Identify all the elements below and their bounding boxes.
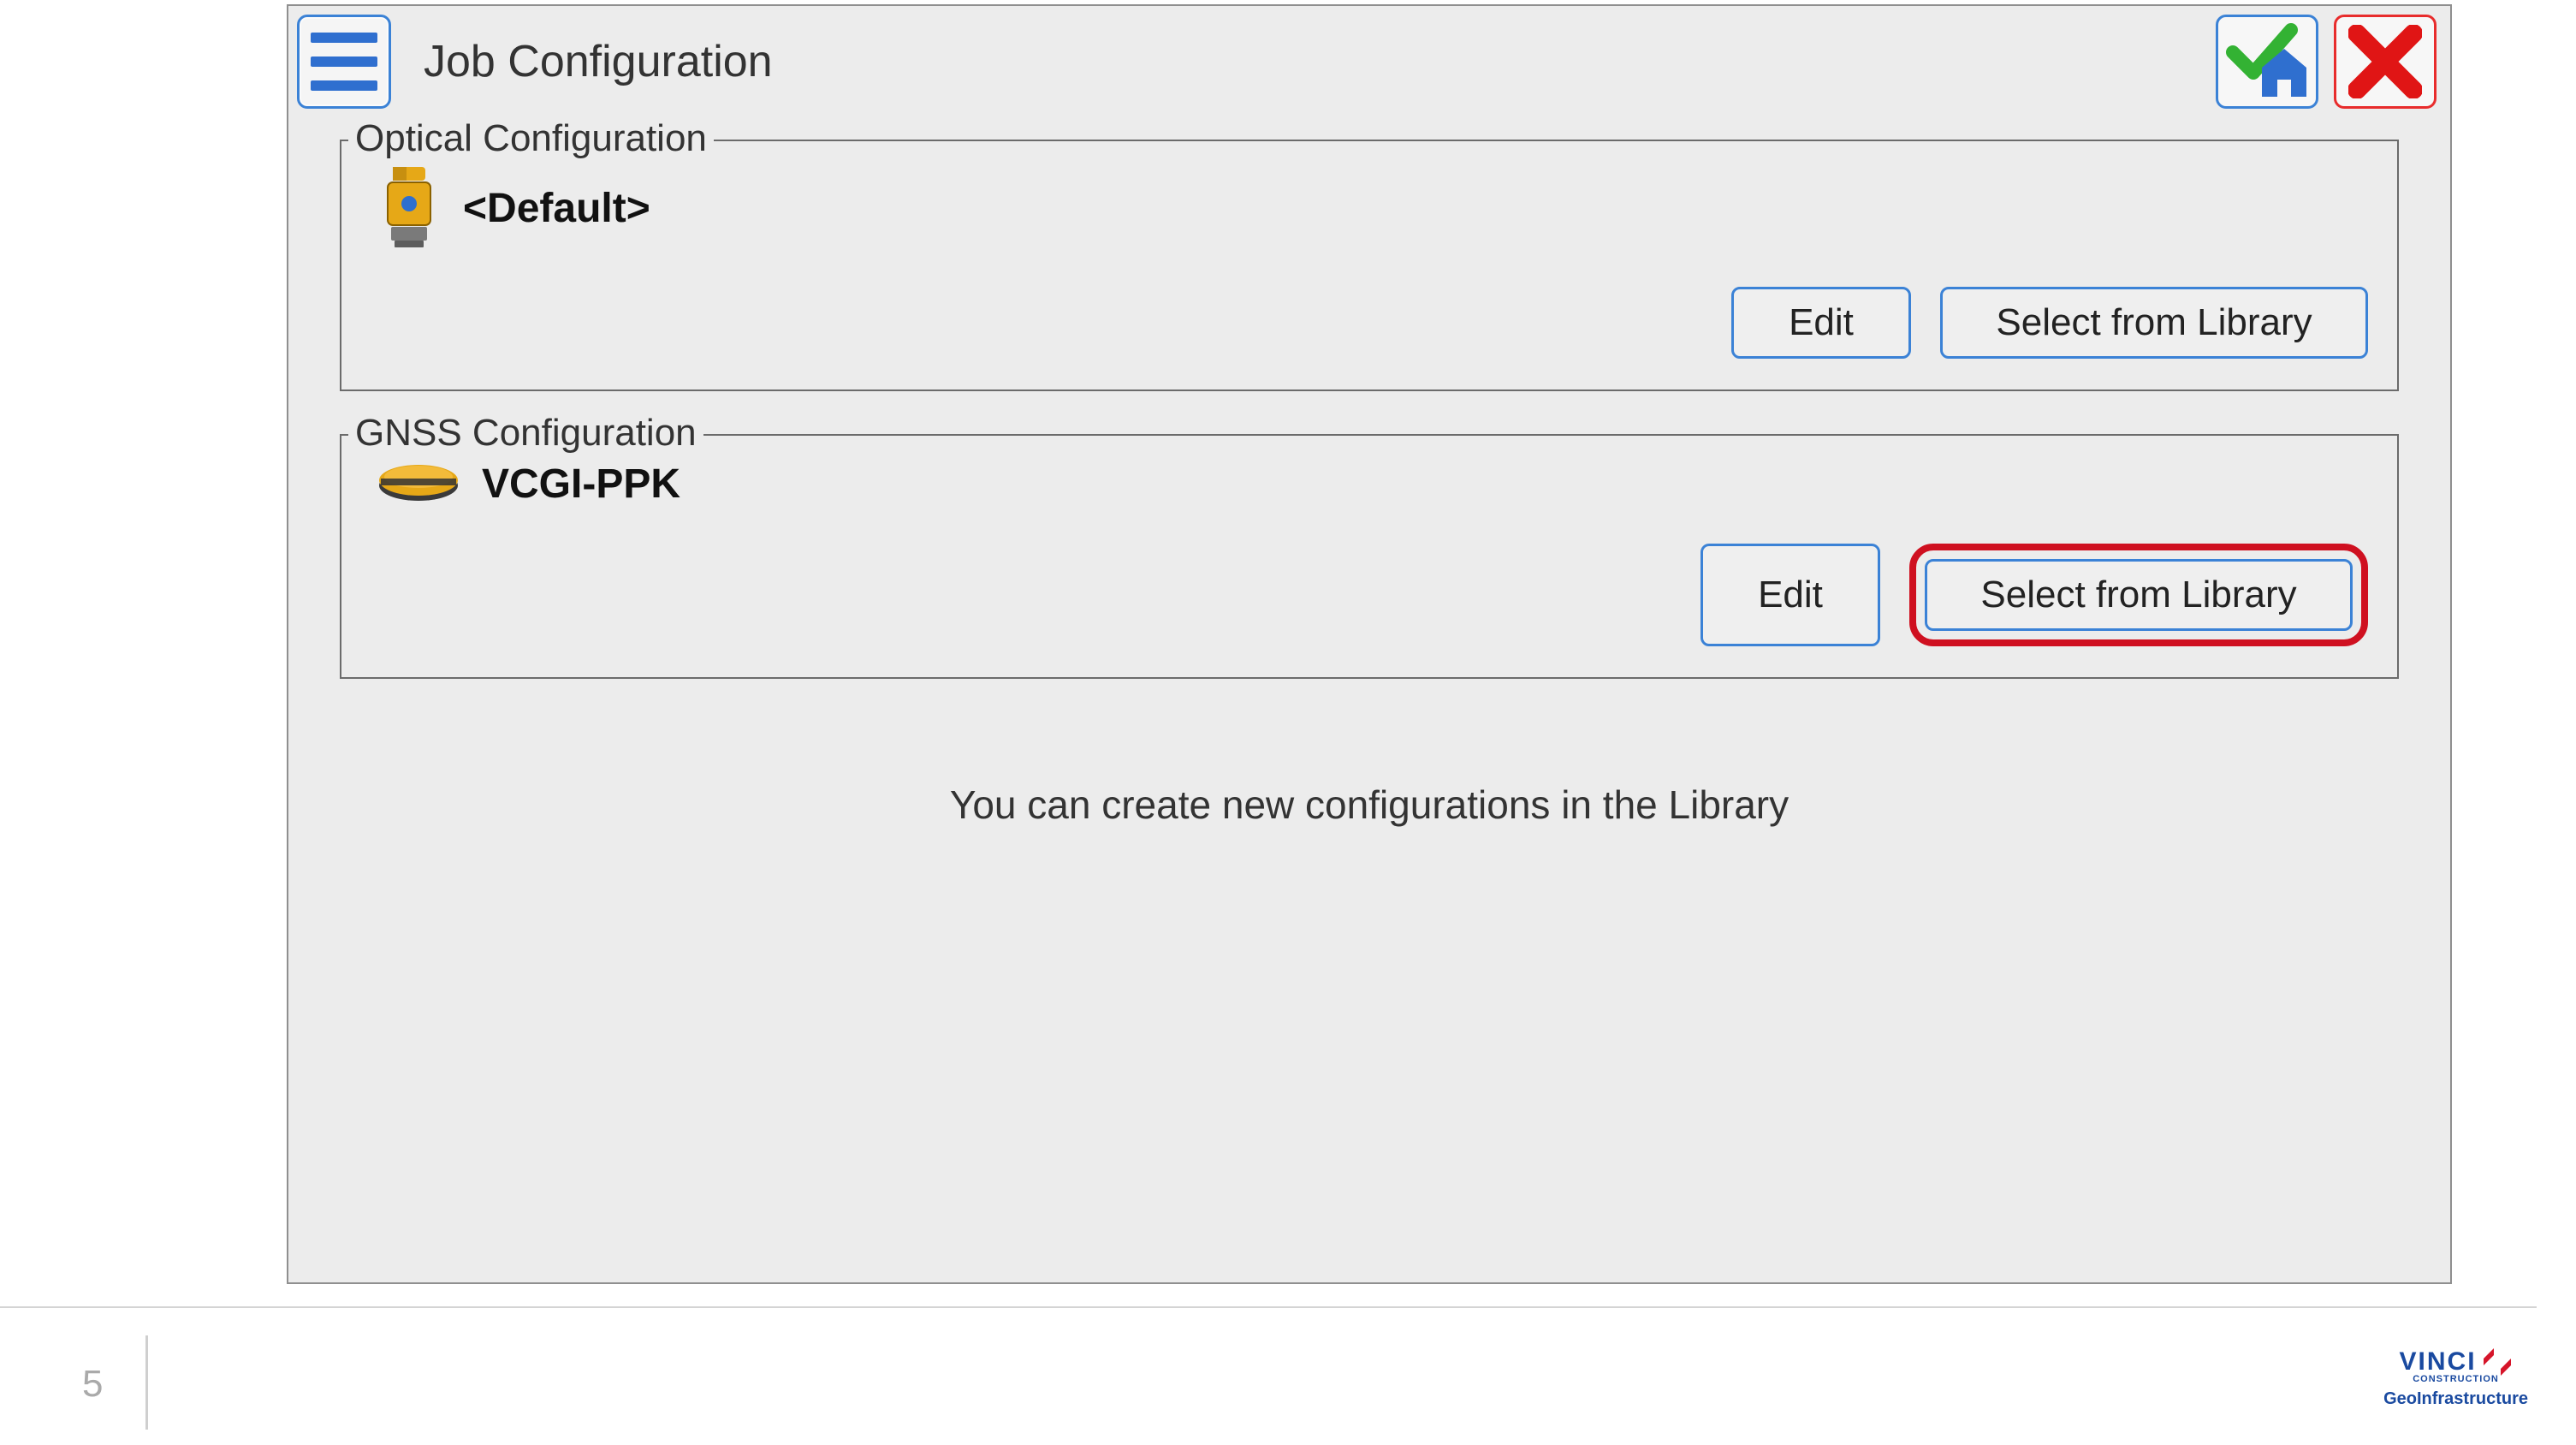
cancel-button[interactable]: [2334, 15, 2437, 109]
hamburger-icon: [311, 80, 377, 91]
header-actions: [2216, 15, 2437, 109]
optical-legend: Optical Configuration: [348, 117, 714, 160]
page-title: Job Configuration: [424, 36, 2216, 87]
library-hint-text: You can create new configurations in the…: [288, 782, 2450, 828]
highlight-annotation: Select from Library: [1909, 544, 2368, 646]
slide-container: Job Configuration Optical Config: [0, 0, 2576, 1445]
page-number-divider: [145, 1335, 148, 1430]
app-window: Job Configuration Optical Config: [287, 4, 2452, 1284]
check-home-icon: [2224, 23, 2310, 100]
brand-top-row: VINCI: [2383, 1347, 2528, 1377]
close-icon: [2348, 25, 2422, 98]
optical-select-library-button[interactable]: Select from Library: [1940, 287, 2368, 359]
brand-arrows-icon: [2482, 1347, 2513, 1377]
hamburger-icon: [311, 56, 377, 67]
page-number: 5: [82, 1363, 103, 1406]
accept-home-button[interactable]: [2216, 15, 2318, 109]
menu-button[interactable]: [297, 15, 391, 109]
optical-config-value: <Default>: [463, 185, 650, 232]
gnss-receiver-icon: [376, 460, 461, 508]
brand-name: VINCI: [2400, 1347, 2477, 1377]
optical-config-row: <Default>: [367, 165, 2371, 251]
gnss-select-library-button[interactable]: Select from Library: [1925, 559, 2353, 631]
hamburger-icon: [311, 33, 377, 43]
gnss-config-group: GNSS Configuration VCGI-PPK Edit Select …: [340, 434, 2399, 679]
optical-button-row: Edit Select from Library: [367, 287, 2371, 359]
footer-divider: [0, 1306, 2537, 1308]
brand-subtitle-2: GeoInfrastructure: [2383, 1389, 2528, 1409]
optical-edit-button[interactable]: Edit: [1731, 287, 1911, 359]
gnss-config-row: VCGI-PPK: [367, 460, 2371, 508]
optical-config-group: Optical Configuration <Default> Edit Sel…: [340, 140, 2399, 391]
gnss-edit-button[interactable]: Edit: [1701, 544, 1880, 646]
brand-logo: VINCI CONSTRUCTION GeoInfrastructure: [2383, 1347, 2528, 1409]
gnss-config-value: VCGI-PPK: [482, 461, 680, 508]
gnss-button-row: Edit Select from Library: [367, 544, 2371, 646]
header-row: Job Configuration: [288, 6, 2450, 117]
gnss-legend: GNSS Configuration: [348, 412, 703, 455]
total-station-icon: [376, 165, 442, 251]
